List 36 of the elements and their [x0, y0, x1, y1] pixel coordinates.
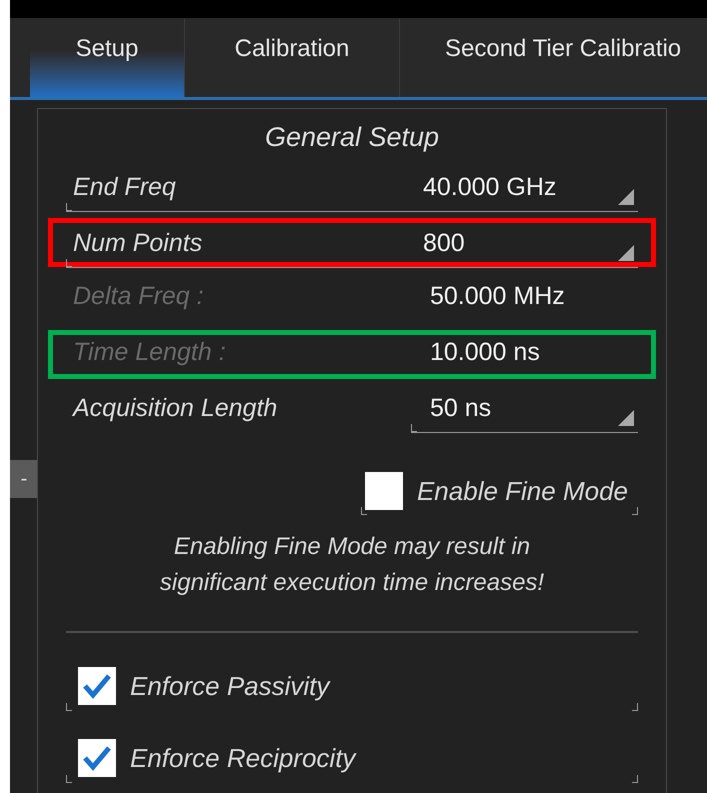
corner-mark-icon — [632, 507, 638, 515]
checkbox[interactable] — [364, 472, 403, 510]
checkmark-icon — [82, 745, 112, 771]
field-label: End Freq — [72, 172, 177, 203]
field-value: 50.000 MHz — [430, 281, 565, 312]
field-value: 10.000 ns — [430, 337, 540, 368]
corner-mark-icon — [411, 424, 417, 432]
corner-mark-icon — [632, 775, 638, 783]
tab[interactable]: Setup — [30, 19, 185, 97]
dropdown-triangle-icon — [618, 189, 634, 205]
field-label: Acquisition Length — [70, 393, 278, 424]
corner-mark-icon — [66, 203, 72, 211]
checkbox[interactable] — [78, 739, 116, 777]
field-label: Delta Freq : — [72, 281, 205, 312]
checkbox-label: Enforce Passivity — [130, 670, 330, 702]
input-field[interactable]: Num Points 800 — [66, 220, 638, 268]
dropdown-triangle-icon — [618, 410, 634, 426]
checkbox-label: Enable Fine Mode — [416, 474, 628, 508]
corner-mark-icon — [66, 703, 72, 711]
field-label: Time Length : — [72, 337, 227, 368]
checkbox-label: Enforce Reciprocity — [130, 742, 356, 774]
corner-mark-icon — [632, 703, 638, 711]
field-value: 40.000 GHz — [423, 172, 556, 203]
corner-mark-icon — [66, 775, 72, 783]
checkmark-icon — [82, 673, 112, 699]
input-field[interactable]: 50 ns — [411, 385, 638, 433]
field-value: 800 — [423, 228, 465, 259]
corner-mark-icon — [66, 259, 72, 267]
field-value: 50 ns — [429, 392, 492, 424]
checkbox[interactable] — [78, 667, 116, 705]
dropdown-triangle-icon — [618, 245, 634, 261]
collapse-button[interactable]: - — [10, 460, 38, 498]
section-title: General Setup — [264, 121, 440, 154]
input-field[interactable]: End Freq 40.000 GHz — [66, 164, 638, 212]
field-label: Num Points — [72, 228, 204, 259]
warning-note: Enabling Fine Mode may result in significant execution time increases! — [158, 532, 546, 598]
